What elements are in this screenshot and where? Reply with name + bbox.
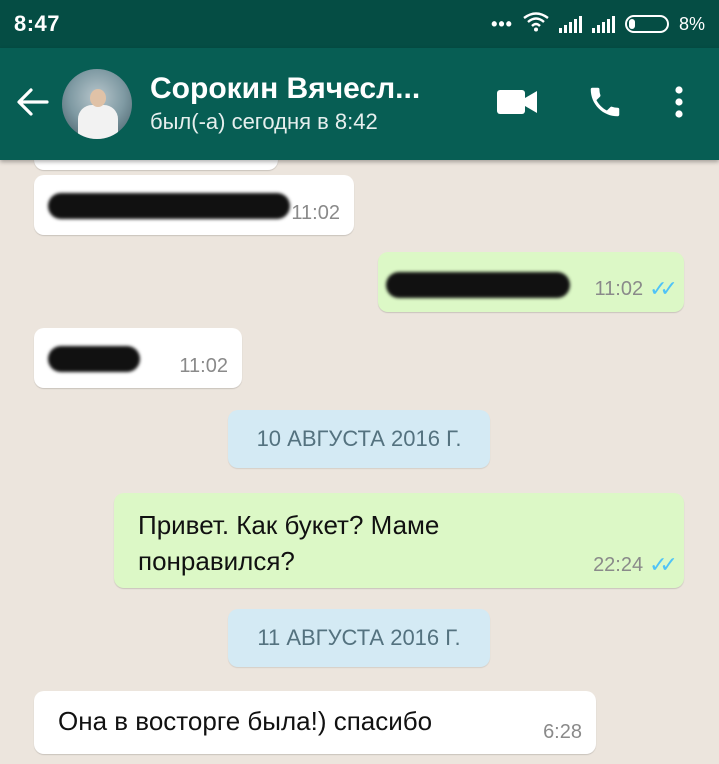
last-seen-status: был(-а) сегодня в 8:42	[150, 109, 378, 134]
message-incoming[interactable]: 11:02	[34, 175, 354, 235]
date-separator: 10 АВГУСТА 2016 Г.	[228, 410, 490, 468]
redacted-text	[386, 272, 570, 298]
message-incoming[interactable]: 11:02	[34, 328, 242, 388]
more-options-button[interactable]	[649, 74, 709, 134]
status-bar: 8:47 ••• 8%	[0, 0, 719, 48]
message-meta: 11:02	[179, 355, 228, 378]
message-time: 6:28	[543, 721, 582, 743]
read-receipt-icon: ✓✓	[649, 552, 678, 577]
message-meta: 6:28	[543, 721, 582, 744]
status-time: 8:47	[14, 11, 61, 36]
message-time: 11:02	[594, 277, 644, 300]
battery-icon	[624, 15, 669, 33]
contact-avatar[interactable]	[62, 69, 132, 139]
message-outgoing[interactable]: 11:02 ✓✓	[378, 252, 684, 312]
header-actions	[473, 74, 709, 134]
message-text: Она в восторге была!) спасибо	[58, 706, 433, 736]
contact-info[interactable]: Сорокин Вячесл... был(-а) сегодня в 8:42	[150, 71, 473, 137]
back-arrow-icon	[15, 87, 49, 122]
message-text-line: понравился?	[138, 546, 295, 576]
date-separator: 11 АВГУСТА 2016 Г.	[228, 609, 490, 667]
back-button[interactable]	[2, 87, 62, 122]
more-vert-icon	[674, 85, 684, 124]
message-time: 11:02	[179, 355, 228, 377]
redacted-text	[48, 346, 140, 372]
video-call-button[interactable]	[473, 74, 561, 134]
message-meta: 22:24 ✓✓	[593, 552, 678, 578]
signal-strength-icon	[558, 15, 582, 33]
message-outgoing[interactable]: Привет. Как букет? Маме понравился? 22:2…	[114, 493, 684, 588]
status-indicators: ••• 8%	[491, 11, 705, 37]
phone-icon	[586, 83, 624, 126]
contact-name: Сорокин Вячесл...	[150, 72, 421, 105]
chat-header: Сорокин Вячесл... был(-а) сегодня в 8:42	[0, 48, 719, 160]
message-meta: 11:02	[291, 202, 340, 225]
more-notifications-icon: •••	[491, 13, 513, 34]
message-bubble-partial	[34, 160, 278, 170]
voice-call-button[interactable]	[561, 74, 649, 134]
redacted-text	[48, 193, 290, 219]
message-time: 22:24	[593, 553, 644, 576]
battery-percent: 8%	[678, 13, 705, 34]
message-time: 11:02	[291, 202, 340, 224]
message-text-line: Привет. Как букет? Маме	[138, 510, 440, 540]
chat-messages[interactable]: 11:02 11:02 ✓✓ 11:02 10 АВГУСТА 2016 Г. …	[0, 160, 719, 764]
video-call-icon	[496, 89, 538, 120]
message-meta: 11:02 ✓✓	[594, 276, 678, 302]
signal-strength-icon-2	[591, 15, 615, 33]
message-text: Привет. Как букет? Маме понравился?	[138, 507, 439, 579]
message-incoming[interactable]: Она в восторге была!) спасибо 6:28	[34, 691, 596, 754]
read-receipt-icon: ✓✓	[649, 276, 678, 301]
wifi-icon	[523, 11, 549, 37]
